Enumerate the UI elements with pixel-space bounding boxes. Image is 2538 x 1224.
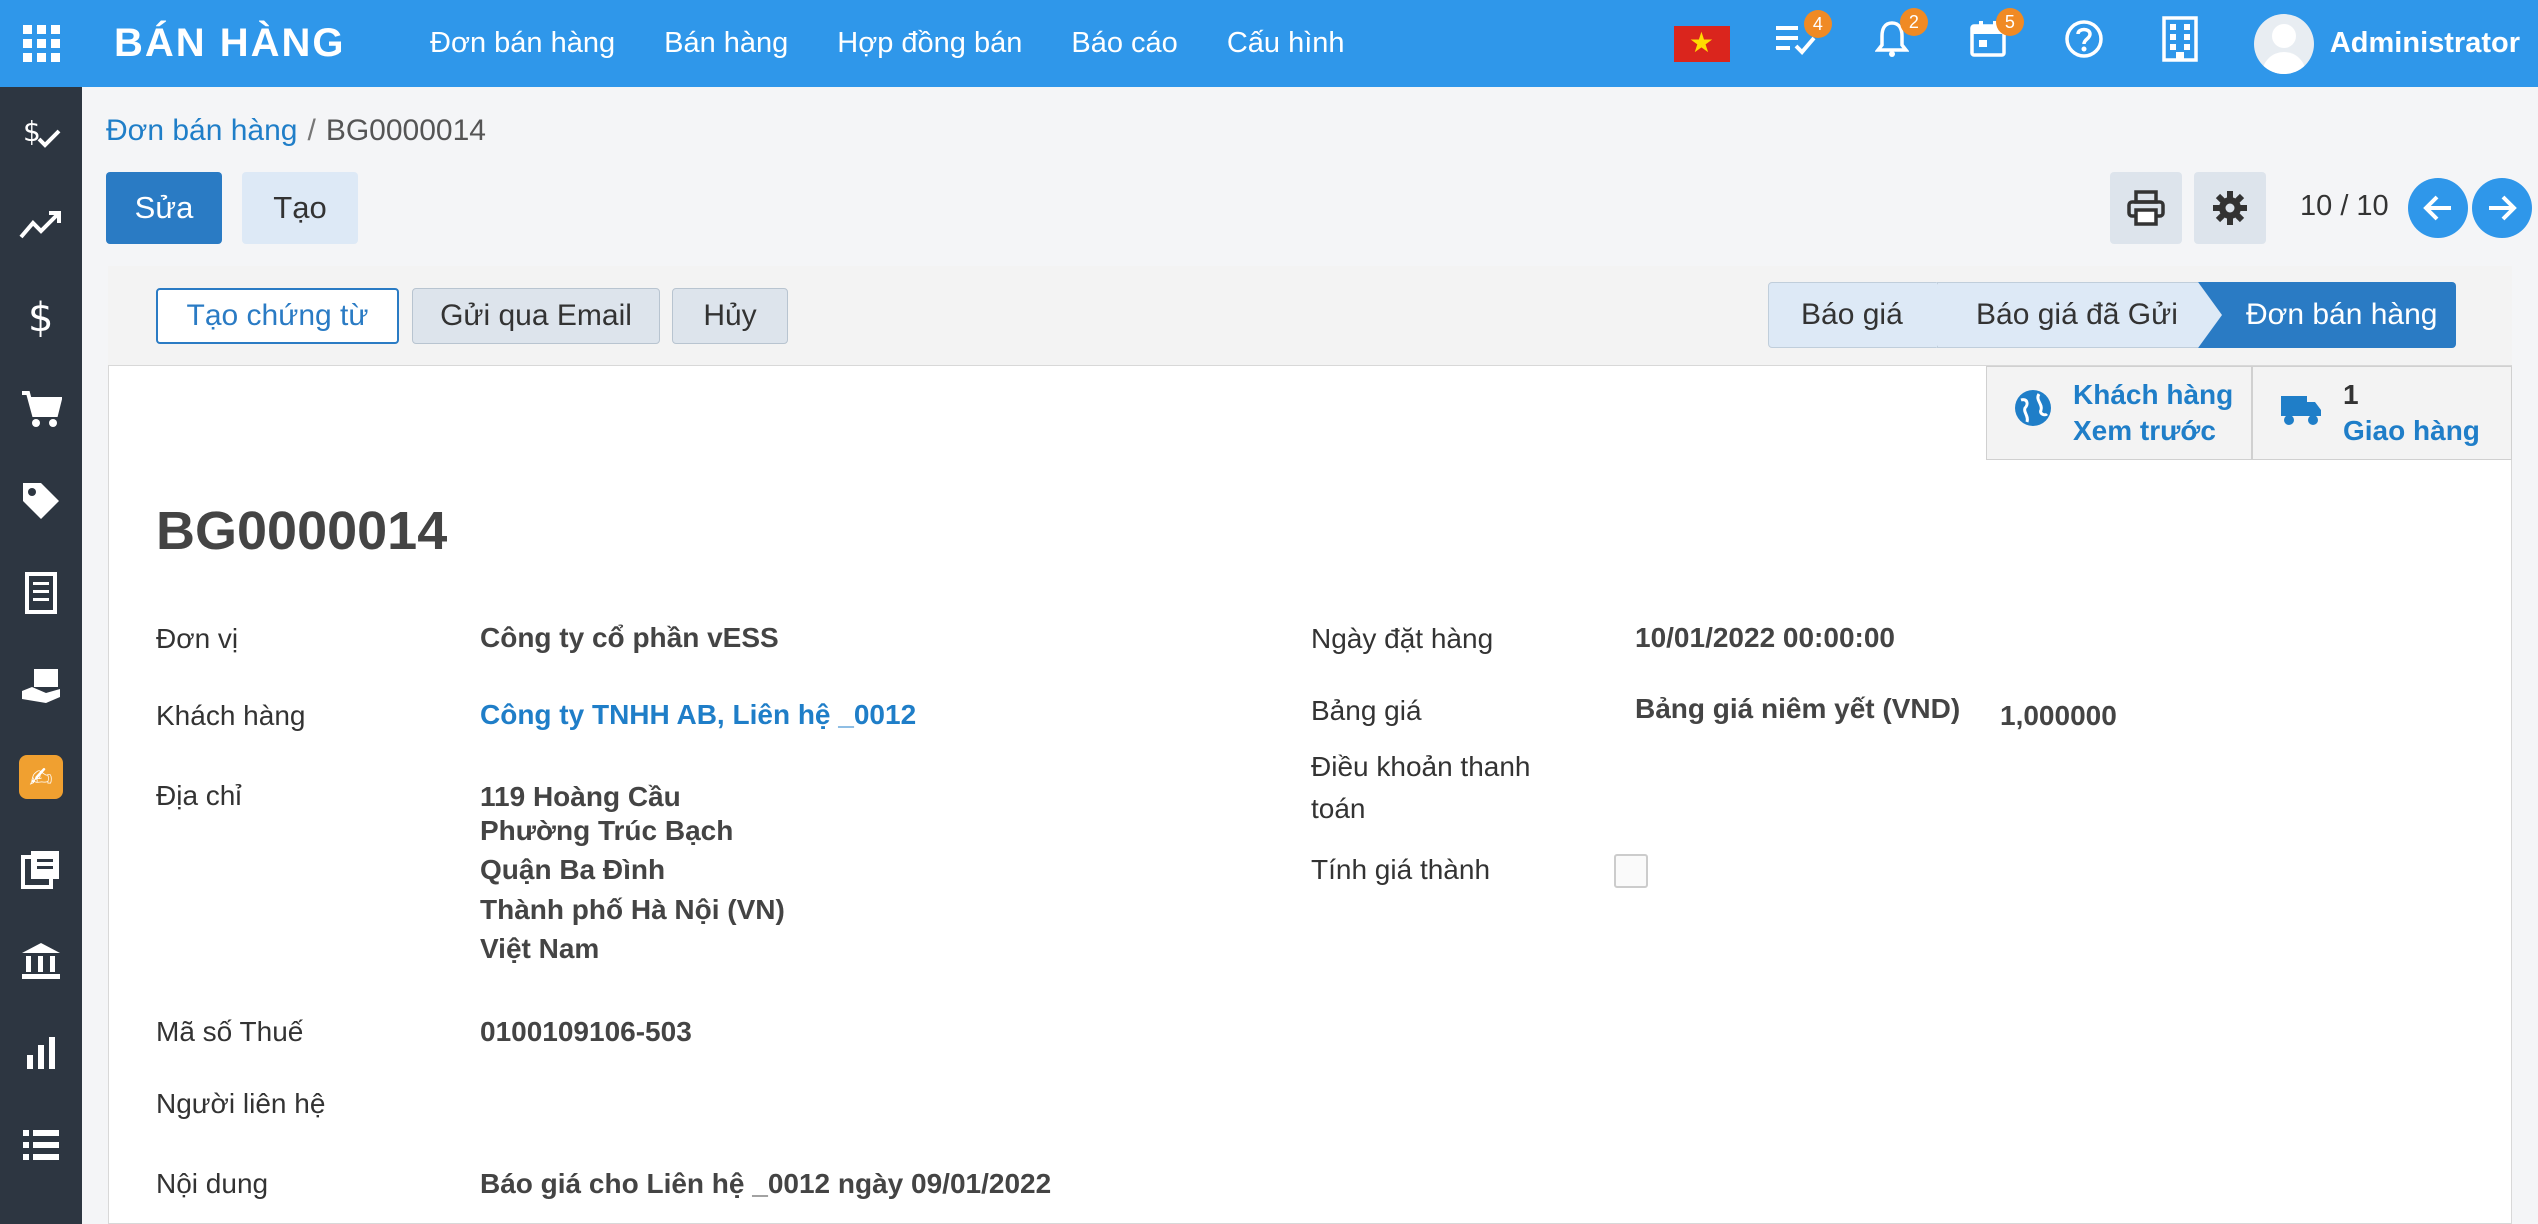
breadcrumb: Đơn bán hàng / BG0000014 bbox=[106, 114, 486, 148]
send-email-button[interactable]: Gửi qua Email bbox=[412, 288, 660, 344]
company-building-icon[interactable] bbox=[2158, 16, 2202, 71]
menu-item-sales-orders[interactable]: Đơn bán hàng bbox=[430, 27, 615, 60]
left-sidebar: $ $ ✍ bbox=[0, 87, 82, 1224]
menu-item-sales[interactable]: Bán hàng bbox=[664, 27, 788, 60]
cancel-button[interactable]: Hủy bbox=[672, 288, 788, 344]
truck-icon bbox=[2279, 391, 2323, 436]
customer-link[interactable]: Công ty TNHH AB, Liên hệ _0012 bbox=[480, 695, 916, 735]
stage-quotation-sent[interactable]: Báo giá đã Gửi bbox=[1938, 282, 2200, 348]
delivery-button[interactable]: 1 Giao hàng bbox=[2252, 366, 2512, 460]
pricelist-value: Bảng giá niêm yết (VND) bbox=[1635, 693, 1961, 724]
bar-chart-icon[interactable] bbox=[0, 1007, 82, 1099]
notification-count-badge: 2 bbox=[1899, 8, 1928, 36]
costing-label: Tính giá thành bbox=[1311, 854, 1491, 885]
delivery-label: Giao hàng bbox=[2343, 415, 2480, 446]
customer-label: Khách hàng bbox=[156, 700, 306, 731]
cart-icon[interactable] bbox=[0, 363, 82, 455]
edit-button[interactable]: Sửa bbox=[106, 172, 222, 244]
breadcrumb-link-sales-orders[interactable]: Đơn bán hàng bbox=[106, 114, 297, 147]
apps-menu-icon[interactable] bbox=[0, 0, 82, 87]
unit-value: Công ty cổ phần vESS bbox=[480, 622, 779, 653]
sign-icon[interactable]: ✍ bbox=[0, 731, 82, 823]
create-button[interactable]: Tạo bbox=[242, 172, 358, 244]
stage-quotation[interactable]: Báo giá bbox=[1768, 282, 1938, 348]
globe-icon bbox=[2013, 388, 2053, 438]
menu-item-configuration[interactable]: Cấu hình bbox=[1227, 27, 1345, 60]
bell-icon[interactable]: 2 bbox=[1870, 8, 1928, 67]
trend-icon[interactable] bbox=[0, 179, 82, 271]
bank-icon[interactable] bbox=[0, 915, 82, 1007]
svg-text:$: $ bbox=[28, 295, 53, 339]
pricelist-label: Bảng giá bbox=[1311, 695, 1422, 726]
checklist-dollar-icon[interactable]: $ bbox=[0, 87, 82, 179]
app-title: BÁN HÀNG bbox=[114, 21, 346, 65]
content-label: Nội dung bbox=[156, 1168, 269, 1199]
contact-person-label: Người liên hệ bbox=[156, 1088, 326, 1119]
activity-count-badge: 4 bbox=[1803, 10, 1832, 38]
avatar bbox=[2253, 13, 2314, 74]
main-menu: Đơn bán hàng Bán hàng Hợp đồng bán Báo c… bbox=[430, 27, 1394, 60]
order-date-value: 10/01/2022 00:00:00 bbox=[1635, 622, 1895, 653]
create-document-button[interactable]: Tạo chứng từ bbox=[156, 288, 399, 344]
dollar-icon[interactable]: $ bbox=[0, 271, 82, 363]
print-icon[interactable] bbox=[2110, 172, 2182, 244]
breadcrumb-separator: / bbox=[307, 114, 316, 147]
menu-item-reports[interactable]: Báo cáo bbox=[1071, 27, 1177, 60]
gear-icon[interactable] bbox=[2194, 172, 2266, 244]
order-date-label: Ngày đặt hàng bbox=[1311, 623, 1494, 654]
help-icon[interactable] bbox=[2062, 19, 2106, 68]
costing-checkbox[interactable] bbox=[1614, 854, 1648, 888]
book-icon[interactable] bbox=[0, 823, 82, 915]
currency-rate-value: 1,000000 bbox=[2000, 700, 2117, 731]
calendar-icon[interactable]: 5 bbox=[1966, 8, 2024, 67]
stage-arrow bbox=[2198, 282, 2222, 348]
content-value: Báo giá cho Liên hệ _0012 ngày 09/01/202… bbox=[480, 1168, 1052, 1199]
systray: 4 2 5 Administrator bbox=[1673, 0, 2538, 87]
customer-preview-button[interactable]: Khách hàng Xem trước bbox=[1986, 366, 2252, 460]
calendar-count-badge: 5 bbox=[1995, 8, 2024, 36]
list-icon[interactable] bbox=[0, 1099, 82, 1191]
receipt-icon[interactable] bbox=[0, 547, 82, 639]
customer-preview-line1: Khách hàng bbox=[2073, 379, 2234, 410]
vietnam-flag-icon[interactable] bbox=[1673, 25, 1730, 62]
arrow-right-icon[interactable] bbox=[2472, 178, 2532, 238]
arrow-left-icon[interactable] bbox=[2408, 178, 2468, 238]
activity-icon[interactable]: 4 bbox=[1774, 10, 1832, 65]
pager-value[interactable]: 10 / 10 bbox=[2300, 190, 2389, 223]
hand-money-icon[interactable] bbox=[0, 639, 82, 731]
user-name: Administrator bbox=[2329, 27, 2520, 59]
record-title: BG0000014 bbox=[156, 501, 448, 561]
svg-text:$: $ bbox=[23, 115, 41, 148]
address-line: Thành phố Hà Nội (VN) bbox=[480, 894, 785, 925]
customer-preview-line2: Xem trước bbox=[2073, 415, 2216, 446]
address-line: Phường Trúc Bạch bbox=[480, 815, 734, 846]
unit-label: Đơn vị bbox=[156, 623, 239, 654]
tax-code-label: Mã số Thuế bbox=[156, 1016, 304, 1047]
stage-sales-order-active[interactable]: Đơn bán hàng bbox=[2198, 282, 2456, 348]
tax-code-value: 0100109106-503 bbox=[480, 1016, 692, 1047]
user-menu[interactable]: Administrator bbox=[2253, 13, 2520, 74]
menu-item-sales-contracts[interactable]: Hợp đồng bán bbox=[837, 27, 1022, 60]
breadcrumb-current: BG0000014 bbox=[325, 114, 486, 147]
address-line: Việt Nam bbox=[480, 933, 600, 964]
top-navbar: BÁN HÀNG Đơn bán hàng Bán hàng Hợp đồng … bbox=[0, 0, 2538, 87]
tag-icon[interactable] bbox=[0, 455, 82, 547]
delivery-count: 1 bbox=[2343, 379, 2359, 410]
address-label: Địa chỉ bbox=[156, 780, 242, 811]
address-line: Quận Ba Đình bbox=[480, 854, 666, 885]
payment-terms-label: Điều khoản thanh toán bbox=[1311, 751, 1531, 824]
